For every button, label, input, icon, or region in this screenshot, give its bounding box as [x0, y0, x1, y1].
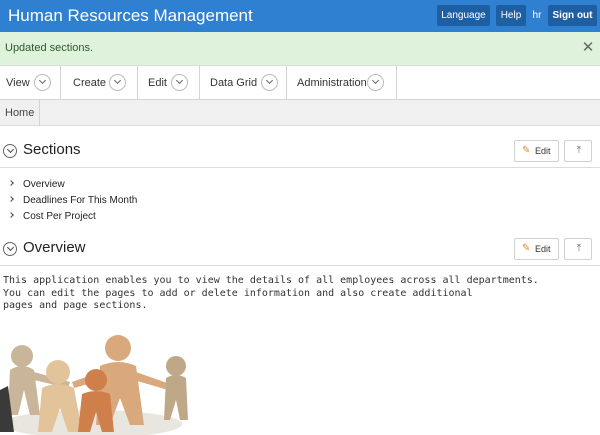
help-button[interactable]: Help: [496, 5, 526, 26]
overview-text: This application enables you to view the…: [3, 275, 539, 311]
arrow-to-top-icon: ⤒: [576, 145, 582, 156]
menu-data-grid-label: Data Grid: [210, 77, 258, 89]
chevron-right-icon: [8, 212, 14, 218]
sections-top-button[interactable]: ⤒: [564, 140, 592, 162]
menu-administration[interactable]: Administration: [287, 66, 397, 100]
sections-list: Overview Deadlines For This Month Cost P…: [0, 177, 300, 225]
list-item-label: Overview: [23, 179, 65, 190]
overview-top-button[interactable]: ⤒: [564, 238, 592, 260]
chevron-right-icon: [8, 196, 14, 202]
chevron-down-icon[interactable]: [367, 74, 384, 91]
overview-edit-button[interactable]: ✎ Edit: [514, 238, 559, 260]
chevron-down-icon[interactable]: [171, 74, 188, 91]
list-item-label: Cost Per Project: [23, 211, 96, 222]
menu-data-grid[interactable]: Data Grid: [200, 66, 287, 100]
menu-view[interactable]: View: [0, 66, 61, 100]
edit-label: Edit: [535, 146, 551, 156]
sections-edit-button[interactable]: ✎ Edit: [514, 140, 559, 162]
menu-create[interactable]: Create: [61, 66, 138, 100]
pencil-icon: ✎: [522, 145, 531, 156]
close-icon[interactable]: ✕: [580, 39, 596, 57]
arrow-to-top-icon: ⤒: [576, 243, 582, 254]
chevron-down-icon[interactable]: [3, 144, 17, 158]
list-item[interactable]: Cost Per Project: [0, 209, 300, 225]
list-item-label: Deadlines For This Month: [23, 195, 138, 206]
divider: [0, 167, 600, 168]
language-button[interactable]: Language: [437, 5, 490, 26]
app-header: Human Resources Management Language Help…: [0, 0, 600, 32]
breadcrumb: Home: [0, 100, 600, 126]
menu-edit[interactable]: Edit: [138, 66, 200, 100]
chevron-down-icon[interactable]: [109, 74, 126, 91]
edit-label: Edit: [535, 244, 551, 254]
breadcrumb-label: Home: [5, 107, 35, 119]
overview-title: Overview: [23, 239, 86, 256]
overview-region-header: Overview ✎ Edit ⤒: [0, 235, 600, 265]
chevron-down-icon[interactable]: [34, 74, 51, 91]
list-item[interactable]: Overview: [0, 177, 300, 193]
success-message: Updated sections. ✕: [0, 32, 600, 66]
chevron-down-icon[interactable]: [261, 74, 278, 91]
breadcrumb-item-home[interactable]: Home: [0, 100, 40, 126]
pencil-icon: ✎: [522, 243, 531, 254]
menu-administration-label: Administration: [297, 77, 367, 89]
divider: [0, 265, 600, 266]
menu-edit-label: Edit: [148, 77, 167, 89]
sign-out-button[interactable]: Sign out: [548, 5, 597, 26]
list-item[interactable]: Deadlines For This Month: [0, 193, 300, 209]
sections-region-header: Sections ✎ Edit ⤒: [0, 137, 600, 167]
sections-title: Sections: [23, 141, 81, 158]
paper-people-circle-image: [0, 320, 188, 435]
chevron-right-icon: [8, 180, 14, 186]
app-title[interactable]: Human Resources Management: [8, 5, 253, 27]
user-name: hr: [532, 10, 542, 21]
menu-bar: View Create Edit Data Grid Administratio…: [0, 66, 600, 100]
chevron-down-icon[interactable]: [3, 242, 17, 256]
menu-create-label: Create: [73, 77, 107, 89]
success-message-text: Updated sections.: [5, 42, 94, 54]
menu-view-label: View: [6, 77, 30, 89]
